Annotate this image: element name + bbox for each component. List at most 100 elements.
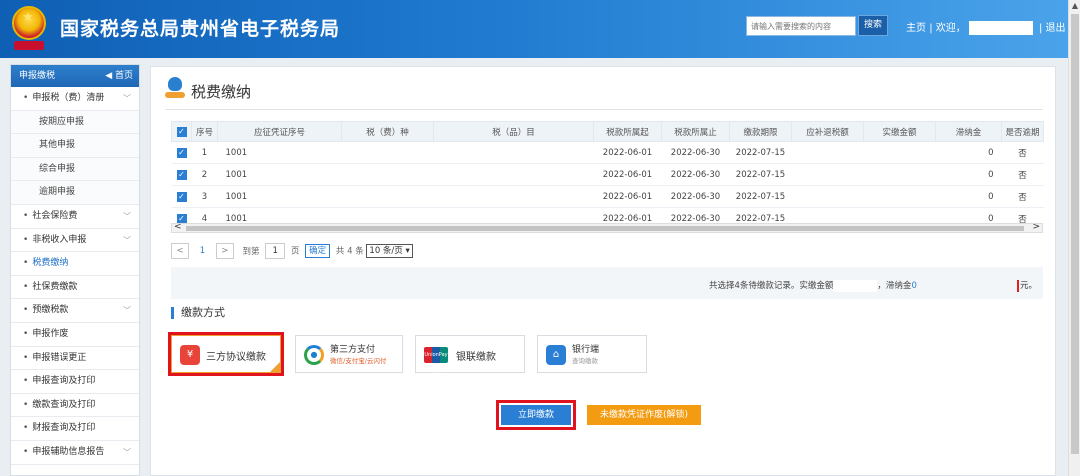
table-row[interactable]: ✓ 1 1001 2022-06-01 2022-06-30 2022-07-15 0 否 [171, 141, 1044, 164]
sidebar-item[interactable]: • 缴款查询及打印 [11, 394, 139, 418]
sidebar-item[interactable]: • 申报税（费）清册 ﹀ [11, 87, 139, 111]
scroll-up-icon[interactable]: ▲ [1069, 0, 1080, 12]
third-party-pay-icon: ● [304, 345, 324, 365]
cell-tax-type [341, 185, 434, 208]
welcome-text: 欢迎， [935, 23, 966, 34]
search-button[interactable]: 搜索 [858, 15, 888, 36]
sidebar-item[interactable]: • 非税收入申报 ﹀ [11, 229, 139, 253]
void-voucher-button[interactable]: 未缴款凭证作废(解锁) [587, 405, 701, 425]
method-bank-side[interactable]: ⌂ 银行端 查询缴款 [537, 335, 647, 373]
sidebar-item-label: 申报辅助信息报告 [32, 446, 105, 457]
bullet-icon: • [23, 258, 29, 269]
sidebar-item-label: 非税收入申报 [32, 234, 87, 245]
table-horizontal-scrollbar[interactable]: < > [171, 222, 1043, 233]
sidebar-item[interactable]: 按期应申报 [11, 110, 139, 135]
sidebar-item[interactable]: • 财报查询及打印 [11, 417, 139, 441]
sidebar-item[interactable]: • 申报查询及打印 [11, 370, 139, 394]
cell-tax-item [433, 141, 594, 164]
scroll-left-icon[interactable]: < [174, 222, 182, 232]
sidebar-item-label: 申报错误更正 [32, 352, 87, 363]
chevron-down-icon: ﹀ [123, 211, 131, 221]
search-input[interactable] [746, 16, 856, 36]
bullet-icon: • [23, 93, 29, 103]
method-third-party-pay[interactable]: ● 第三方支付 微信/支付宝/云闪付 [295, 335, 403, 373]
cell-period-start: 2022-06-01 [593, 141, 662, 164]
col-header: 税（费）种 [341, 121, 434, 142]
confirm-page-button[interactable]: 确定 [305, 244, 331, 258]
page-scrollbar[interactable]: ▲ [1068, 0, 1080, 476]
page-unit-label: 页 [290, 246, 300, 257]
bullet-icon: • [23, 234, 29, 245]
sidebar-header: 申报缴税 ◀ 首页 [11, 65, 139, 87]
sidebar-item-label: 其他申报 [39, 140, 76, 151]
home-link[interactable]: 主页 [906, 19, 926, 34]
hscroll-thumb[interactable] [186, 226, 1024, 231]
cell-actual-amount [863, 185, 936, 208]
checkbox-checked-icon: ✓ [176, 147, 187, 158]
cell-late-fee: 0 [935, 185, 1002, 208]
method-unionpay[interactable]: UnionPay 银联 银联缴款 [415, 335, 525, 374]
row-checkbox[interactable]: ✓ [171, 163, 192, 186]
sidebar-item[interactable]: • 申报辅助信息报告 ﹀ [11, 441, 139, 465]
cell-voucher: 1001 [217, 141, 342, 164]
sidebar-item[interactable]: 其他申报 [11, 134, 139, 158]
col-header: 滞纳金 [935, 121, 1002, 142]
sidebar-item-label: 社会保险费 [32, 210, 78, 221]
cell-refund-amount [791, 163, 864, 186]
bullet-icon: • [23, 305, 29, 316]
page-number[interactable]: 1 [200, 246, 205, 256]
sidebar-item-label: 申报查询及打印 [32, 376, 96, 387]
cell-deadline: 2022-07-15 [729, 185, 792, 208]
sidebar-item[interactable]: • 社保费缴款 [11, 276, 139, 300]
cell-tax-type [341, 163, 434, 186]
sidebar: 申报缴税 ◀ 首页 • 申报税（费）清册 ﹀ 按期应申报其他申报综合申报 逾期申报 • 社会… [10, 64, 140, 476]
sidebar-item[interactable]: • 预缴税款 ﹀ [11, 299, 139, 323]
bullet-icon: • [23, 446, 29, 457]
bullet-icon: • [23, 423, 29, 434]
pagination: < 1 > 到第 1 页 确定 共 4 条 10 条/页 ▾ [171, 243, 413, 259]
sidebar-item-label: 申报作废 [32, 328, 69, 339]
next-page-button[interactable]: > [215, 243, 234, 259]
table-row[interactable]: ✓ 3 1001 2022-06-01 2022-06-30 2022-07-15 0 否 [171, 185, 1044, 208]
home-arrow-icon: ◀ [105, 71, 115, 81]
logout-link[interactable]: 退出 [1046, 19, 1066, 34]
col-header: 序号 [191, 121, 218, 142]
sidebar-item[interactable]: 逾期申报 [11, 181, 139, 205]
sidebar-item-label: 缴款查询及打印 [32, 399, 96, 410]
select-all-checkbox[interactable]: ✓ [171, 121, 192, 142]
sidebar-item[interactable]: • 税费缴纳 [11, 252, 139, 276]
highlight-box-pay [496, 400, 576, 430]
bullet-icon: • [23, 352, 29, 363]
table-row[interactable]: ✓ 2 1001 2022-06-01 2022-06-30 2022-07-15 0 否 [171, 163, 1044, 186]
summary-suffix: 元。 [1016, 279, 1037, 292]
unionpay-logo-icon: UnionPay 银联 [424, 347, 448, 374]
highlight-box-method [168, 332, 284, 376]
payment-method-label: 缴款方式 [171, 307, 225, 319]
sidebar-item[interactable]: • 申报作废 [11, 323, 139, 347]
scroll-thumb[interactable] [1071, 14, 1079, 454]
title-divider [165, 109, 1043, 110]
scroll-right-icon[interactable]: > [1032, 222, 1040, 232]
amount-redacted [833, 279, 878, 292]
dropdown-arrow-icon: ▾ [402, 246, 410, 256]
page-size-select[interactable]: 10 条/页 ▾ [366, 244, 413, 258]
cell-actual-amount [863, 163, 936, 186]
row-checkbox[interactable]: ✓ [171, 141, 192, 164]
chevron-down-icon: ﹀ [123, 306, 131, 316]
sidebar-home-link[interactable]: ◀ 首页 [105, 65, 133, 87]
sidebar-item[interactable]: 综合申报 [11, 157, 139, 182]
bank-icon: ⌂ [546, 345, 566, 365]
tax-emblem-logo: ★ [10, 6, 48, 52]
chevron-down-icon: ﹀ [123, 447, 131, 457]
bullet-icon: • [23, 399, 29, 410]
cell-period-end: 2022-06-30 [661, 185, 730, 208]
money-bag-icon [165, 77, 185, 99]
page-jump-input[interactable]: 1 [265, 243, 286, 259]
col-header: 缴款期限 [729, 121, 792, 142]
row-checkbox[interactable]: ✓ [171, 185, 192, 208]
prev-page-button[interactable]: < [171, 243, 189, 259]
sidebar-item[interactable]: • 申报错误更正 [11, 347, 139, 371]
checkbox-checked-icon: ✓ [176, 191, 187, 202]
cell-tax-item [433, 163, 594, 186]
sidebar-item[interactable]: • 社会保险费 ﹀ [11, 205, 139, 229]
